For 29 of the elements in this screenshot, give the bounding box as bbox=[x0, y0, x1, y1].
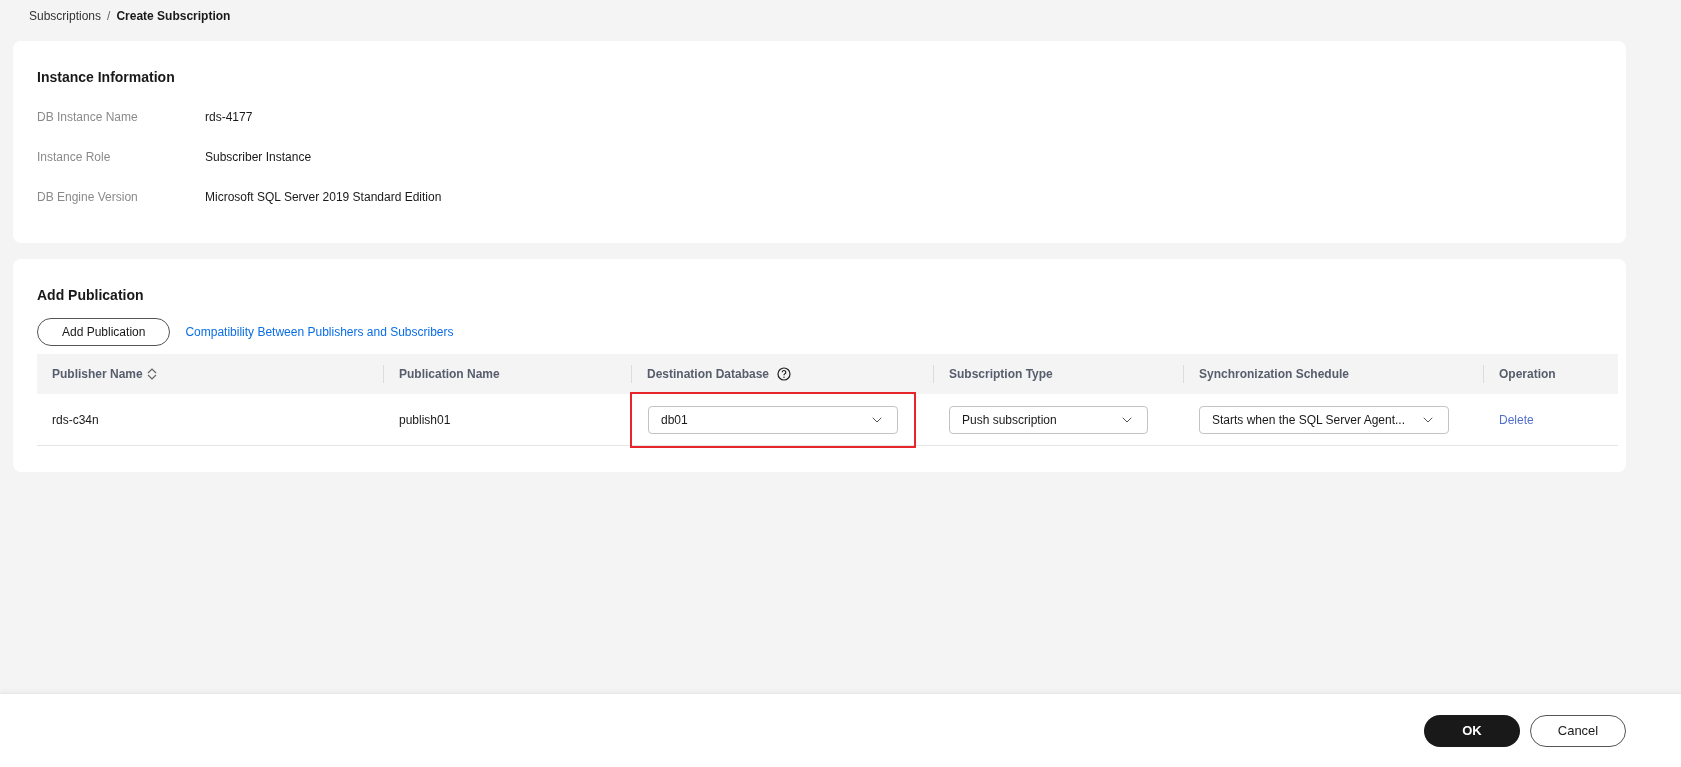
delete-link[interactable]: Delete bbox=[1499, 410, 1534, 429]
breadcrumb-current: Create Subscription bbox=[116, 7, 231, 25]
field-value: rds-4177 bbox=[205, 109, 253, 126]
cancel-button[interactable]: Cancel bbox=[1530, 714, 1626, 747]
help-icon[interactable] bbox=[777, 367, 792, 381]
add-publication-button[interactable]: Add Publication bbox=[37, 318, 171, 346]
select-field[interactable]: Starts when the SQL Server Agent... bbox=[1199, 405, 1449, 434]
table-cell-text: publish01 bbox=[399, 411, 451, 429]
ok-button[interactable]: OK bbox=[1424, 714, 1520, 747]
section-title: Instance Information bbox=[37, 68, 176, 87]
field-label: Instance Role bbox=[37, 149, 112, 166]
column-header: Subscription Type bbox=[949, 366, 1053, 383]
field-label: DB Engine Version bbox=[37, 189, 139, 206]
select-field[interactable]: Push subscription bbox=[949, 405, 1148, 434]
select-field[interactable]: db01 bbox=[648, 405, 898, 434]
sort-icon[interactable] bbox=[146, 368, 157, 380]
column-header: Synchronization Schedule bbox=[1199, 366, 1350, 383]
field-value: Subscriber Instance bbox=[205, 149, 312, 166]
field-label: DB Instance Name bbox=[37, 109, 139, 126]
breadcrumb-separator: / bbox=[107, 7, 111, 25]
field-value: Microsoft SQL Server 2019 Standard Edition bbox=[205, 189, 442, 206]
column-header: Publisher Name bbox=[52, 366, 143, 383]
section-title: Add Publication bbox=[37, 286, 145, 305]
column-header: Publication Name bbox=[399, 366, 500, 383]
compatibility-link[interactable]: Compatibility Between Publishers and Subscribers bbox=[185, 323, 454, 341]
column-header: Destination Database bbox=[647, 366, 770, 383]
column-header: Operation bbox=[1499, 366, 1556, 383]
breadcrumb-link[interactable]: Subscriptions bbox=[29, 6, 102, 25]
table-cell-text: rds-c34n bbox=[52, 411, 99, 429]
